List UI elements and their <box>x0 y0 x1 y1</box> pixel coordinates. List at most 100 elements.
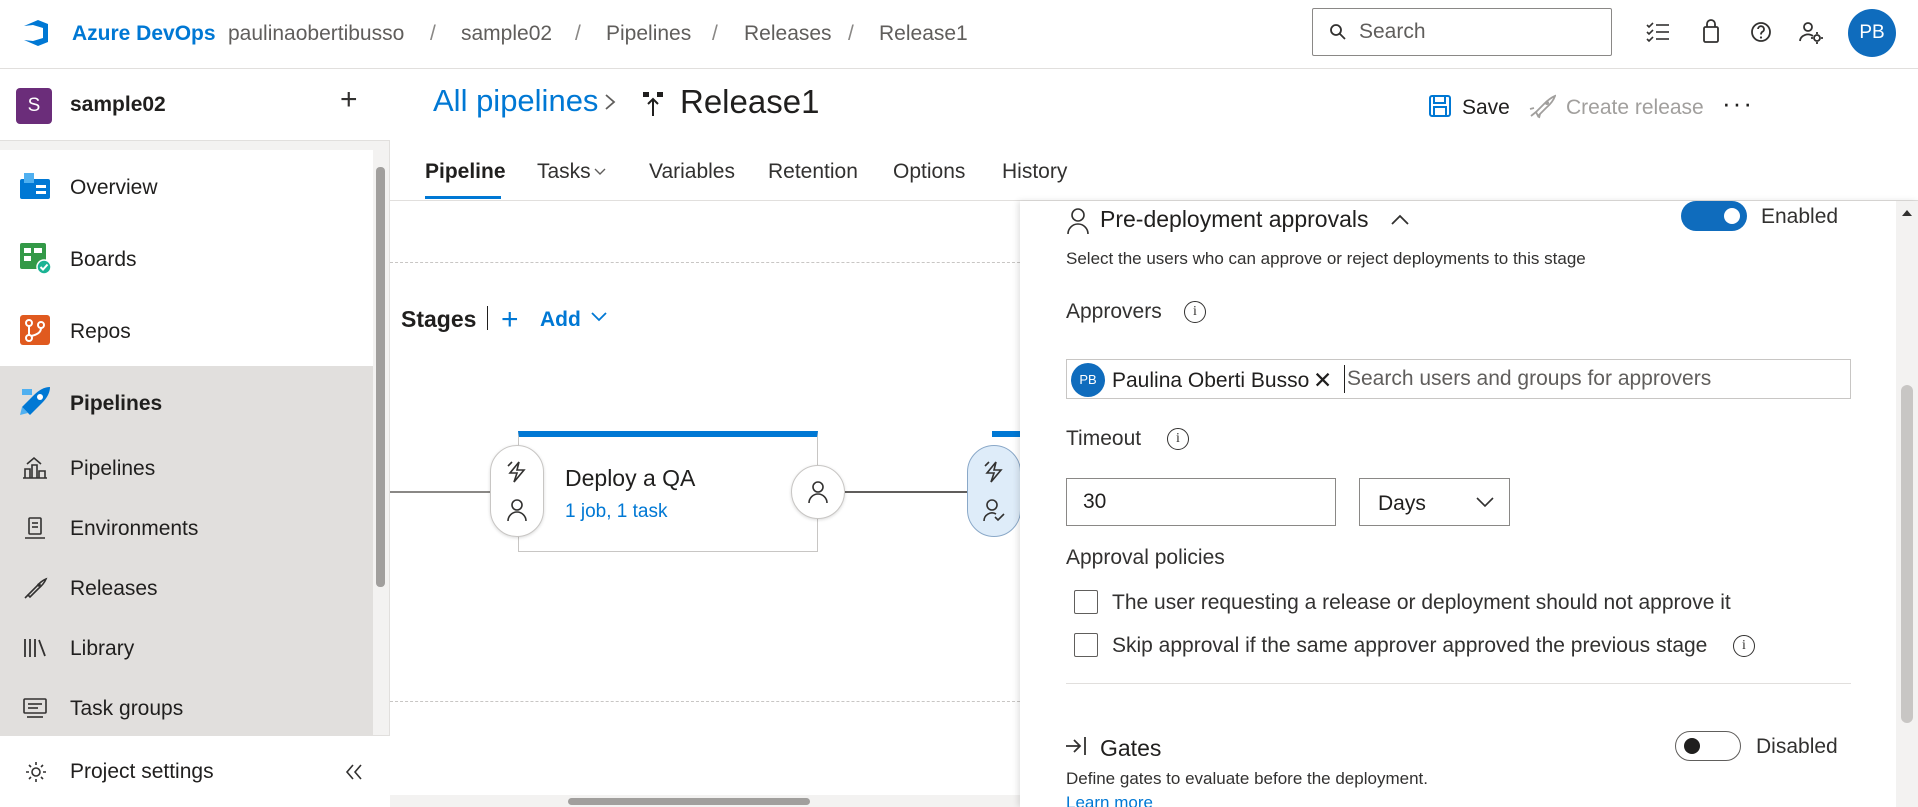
scroll-up-arrow-icon[interactable] <box>1901 209 1913 217</box>
releases-icon <box>24 577 48 599</box>
tab-retention[interactable]: Retention <box>768 160 858 184</box>
project-settings-label: Project settings <box>70 760 214 783</box>
policy-skip-approval-checkbox[interactable] <box>1074 633 1098 657</box>
info-icon[interactable]: i <box>1167 428 1189 450</box>
toggle-knob <box>1724 208 1740 224</box>
sidebar-scrollbar[interactable] <box>373 159 387 739</box>
gates-toggle[interactable] <box>1675 731 1741 761</box>
canvas-divider <box>390 262 1020 263</box>
release-pipeline-icon <box>643 92 663 116</box>
marketplace-bag-icon[interactable] <box>1697 18 1725 46</box>
sidebar-item-label: Task groups <box>70 697 184 720</box>
breadcrumb-releases[interactable]: Releases <box>744 22 832 46</box>
sidebar-item-label: Overview <box>70 176 158 199</box>
search-input[interactable] <box>1359 17 1599 47</box>
library-icon <box>24 639 46 657</box>
pipelines-sub-icon <box>23 456 47 479</box>
pipeline-canvas: Stages + Add Deploy a QA 1 job, 1 task <box>390 201 1020 807</box>
breadcrumb-project[interactable]: sample02 <box>461 22 552 46</box>
stages-label: Stages <box>401 306 477 332</box>
policy-skip-approval-label: Skip approval if the same approver appro… <box>1112 634 1708 657</box>
user-avatar[interactable]: PB <box>1848 9 1896 57</box>
pre-deployment-conditions[interactable] <box>490 445 544 537</box>
gates-arrow-icon <box>1066 737 1086 755</box>
environments-icon <box>25 517 45 539</box>
pre-deployment-approvals-panel: Pre-deployment approvals Enabled Select … <box>1020 201 1918 807</box>
tab-pipeline[interactable]: Pipeline <box>425 160 506 184</box>
sidebar-item-pipelines[interactable]: Pipelines <box>0 366 373 438</box>
tab-history[interactable]: History <box>1002 160 1067 184</box>
stage-card-deploy-qa[interactable]: Deploy a QA 1 job, 1 task <box>518 431 818 552</box>
policy-requester-label: The user requesting a release or deploym… <box>1112 591 1731 614</box>
user-settings-icon[interactable] <box>1797 18 1825 46</box>
timeout-unit-dropdown[interactable]: Days <box>1359 478 1510 526</box>
tab-tasks[interactable]: Tasks <box>537 160 591 184</box>
breadcrumb-separator: / <box>430 22 436 45</box>
tab-variables[interactable]: Variables <box>649 160 735 184</box>
learn-more-link[interactable]: Learn more <box>1066 793 1153 807</box>
info-icon[interactable]: i <box>1184 301 1206 323</box>
section-divider <box>1066 683 1851 684</box>
breadcrumb-separator: / <box>848 22 854 45</box>
approver-name: Paulina Oberti Busso <box>1112 369 1310 392</box>
breadcrumb-separator: / <box>575 22 581 45</box>
azure-devops-logo-icon[interactable] <box>20 17 52 49</box>
post-deployment-conditions[interactable] <box>791 465 845 519</box>
lightning-icon <box>984 461 1003 483</box>
sidebar-item-overview[interactable]: Overview <box>0 150 373 222</box>
breadcrumb-pipelines[interactable]: Pipelines <box>606 22 691 46</box>
gates-description: Define gates to evaluate before the depl… <box>1066 769 1428 788</box>
sidebar-subitem-pipelines[interactable]: Pipelines <box>0 438 373 498</box>
chevron-right-icon <box>605 94 616 110</box>
sidebar-subitem-task-groups[interactable]: Task groups <box>0 678 373 738</box>
tab-options[interactable]: Options <box>893 160 965 184</box>
project-settings[interactable]: Project settings <box>0 735 390 807</box>
breadcrumb-release1[interactable]: Release1 <box>879 22 968 46</box>
breadcrumb-org[interactable]: paulinaobertibusso <box>228 22 404 46</box>
more-actions-button[interactable]: ··· <box>1722 88 1754 119</box>
person-icon <box>1067 208 1089 235</box>
search-box[interactable] <box>1312 8 1612 56</box>
chevron-up-icon[interactable] <box>1390 214 1410 226</box>
approvals-toggle[interactable] <box>1681 201 1747 231</box>
stage-name[interactable]: Deploy a QA <box>565 465 695 492</box>
timeout-label: Timeout <box>1066 427 1142 450</box>
canvas-scrollbar-thumb[interactable] <box>568 798 810 805</box>
plus-icon: + <box>501 303 519 336</box>
help-icon[interactable] <box>1747 18 1775 46</box>
new-item-plus-icon[interactable]: + <box>340 83 358 117</box>
repos-icon <box>20 315 50 345</box>
sidebar-scrollbar-thumb[interactable] <box>376 167 385 587</box>
project-name[interactable]: sample02 <box>70 93 166 117</box>
brand-name[interactable]: Azure DevOps <box>72 22 216 46</box>
sidebar-subitem-library[interactable]: Library <box>0 618 373 678</box>
project-badge[interactable]: S <box>16 88 52 124</box>
pipelines-icon <box>20 387 50 415</box>
chevron-down-icon <box>591 312 607 322</box>
approver-avatar: PB <box>1071 363 1105 397</box>
collapse-sidebar-icon[interactable] <box>343 761 365 783</box>
all-pipelines-link[interactable]: All pipelines <box>433 83 598 119</box>
stage-job-summary[interactable]: 1 job, 1 task <box>565 501 667 523</box>
sidebar-subitem-environments[interactable]: Environments <box>0 498 373 558</box>
remove-approver-close-icon[interactable]: ✕ <box>1313 367 1332 394</box>
timeout-input[interactable] <box>1066 478 1336 526</box>
sidebar-item-repos[interactable]: Repos <box>0 294 373 366</box>
section-description: Select the users who can approve or reje… <box>1066 249 1586 268</box>
panel-scrollbar[interactable] <box>1896 201 1918 807</box>
approvers-picker[interactable]: PB Paulina Oberti Busso ✕ <box>1066 359 1851 399</box>
sidebar-item-boards[interactable]: Boards <box>0 222 373 294</box>
tasks-chevron-down-icon[interactable] <box>594 168 606 176</box>
task-groups-icon <box>23 698 47 718</box>
second-stage-pre-deployment-conditions[interactable] <box>967 445 1020 537</box>
work-items-icon[interactable] <box>1644 18 1672 46</box>
info-icon[interactable]: i <box>1733 635 1755 657</box>
approvers-search-input[interactable] <box>1344 365 1839 393</box>
sidebar-item-label: Boards <box>70 248 137 271</box>
policy-requester-checkbox[interactable] <box>1074 590 1098 614</box>
rocket-icon <box>1529 94 1556 119</box>
panel-scrollbar-thumb[interactable] <box>1901 385 1913 723</box>
sidebar-subitem-releases[interactable]: Releases <box>0 558 373 618</box>
person-icon <box>808 481 828 504</box>
canvas-horizontal-scrollbar[interactable] <box>390 795 1020 807</box>
